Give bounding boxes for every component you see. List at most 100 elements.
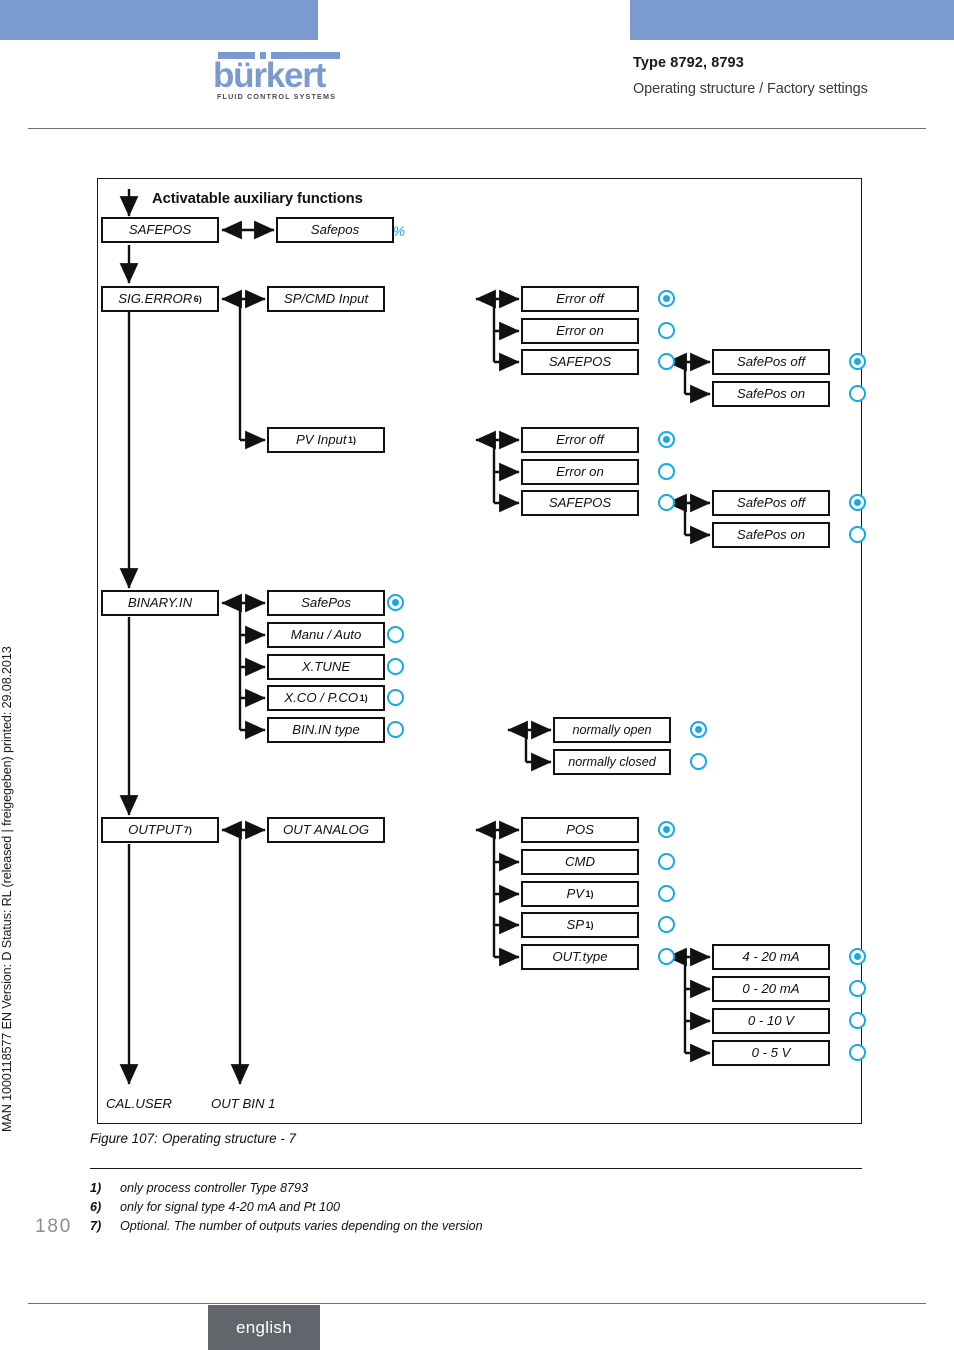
radio-range-0-5v[interactable]	[849, 1044, 866, 1061]
node-range-0-20ma[interactable]: 0 - 20 mA	[712, 976, 830, 1002]
node-out-analog[interactable]: OUT ANALOG	[267, 817, 385, 843]
node-safepos-param[interactable]: Safepos	[276, 217, 394, 243]
node-output[interactable]: OUTPUT 7)	[101, 817, 219, 843]
node-label: 0 - 10 V	[747, 1013, 795, 1029]
node-label: SP/CMD Input	[283, 291, 369, 307]
footnote-marker: 7)	[183, 824, 192, 835]
node-bin-xtune[interactable]: X.TUNE	[267, 654, 385, 680]
node-error-off-pv[interactable]: Error off	[521, 427, 639, 453]
document-sidebar-metadata: MAN 1000118577 EN Version: D Status: RL …	[0, 646, 14, 1135]
node-range-4-20ma[interactable]: 4 - 20 mA	[712, 944, 830, 970]
node-bin-safepos[interactable]: SafePos	[267, 590, 385, 616]
footnote-marker: 1)	[348, 434, 357, 445]
radio-bin-in-type[interactable]	[387, 721, 404, 738]
radio-out-cmd[interactable]	[658, 853, 675, 870]
radio-error-on-spcmd[interactable]	[658, 322, 675, 339]
node-error-on-spcmd[interactable]: Error on	[521, 318, 639, 344]
node-pv-input[interactable]: PV Input 1)	[267, 427, 385, 453]
node-range-0-10v[interactable]: 0 - 10 V	[712, 1008, 830, 1034]
radio-range-0-20ma[interactable]	[849, 980, 866, 997]
radio-error-off-pv[interactable]	[658, 431, 675, 448]
node-bin-xco-pco[interactable]: X.CO / P.CO 1)	[267, 685, 385, 711]
radio-range-0-10v[interactable]	[849, 1012, 866, 1029]
node-label: SafePos on	[736, 386, 806, 402]
radio-safepos-on-pv[interactable]	[849, 526, 866, 543]
node-out-pv[interactable]: PV 1)	[521, 881, 639, 907]
node-label: 0 - 5 V	[751, 1045, 791, 1061]
node-label: PV	[566, 886, 585, 902]
radio-normally-open[interactable]	[690, 721, 707, 738]
page-number: 180	[35, 1216, 73, 1237]
node-out-cmd[interactable]: CMD	[521, 849, 639, 875]
node-out-type[interactable]: OUT.type	[521, 944, 639, 970]
node-safepos-on-spcmd[interactable]: SafePos on	[712, 381, 830, 407]
radio-bin-xtune[interactable]	[387, 658, 404, 675]
node-out-sp[interactable]: SP 1)	[521, 912, 639, 938]
footnote-text: only for signal type 4-20 mA and Pt 100	[120, 1200, 341, 1215]
radio-out-pv[interactable]	[658, 885, 675, 902]
radio-normally-closed[interactable]	[690, 753, 707, 770]
node-label: Safepos	[310, 222, 360, 238]
node-range-0-5v[interactable]: 0 - 5 V	[712, 1040, 830, 1066]
radio-bin-xco-pco[interactable]	[387, 689, 404, 706]
header-accent-bar-left	[0, 0, 318, 40]
node-bin-in-type[interactable]: BIN.IN type	[267, 717, 385, 743]
operating-structure-diagram: Activatable auxiliary functions 0 % SAFE…	[97, 178, 866, 1124]
footnote-marker: 1)	[359, 692, 368, 703]
radio-range-4-20ma[interactable]	[849, 948, 866, 965]
header-type-line: Type 8792, 8793	[633, 55, 744, 71]
radio-safepos-spcmd[interactable]	[658, 353, 675, 370]
node-safepos-spcmd[interactable]: SAFEPOS	[521, 349, 639, 375]
node-label: Manu / Auto	[290, 627, 362, 643]
radio-safepos-off-spcmd[interactable]	[849, 353, 866, 370]
radio-out-type[interactable]	[658, 948, 675, 965]
node-sp-cmd-input[interactable]: SP/CMD Input	[267, 286, 385, 312]
node-safepos-menu[interactable]: SAFEPOS	[101, 217, 219, 243]
radio-safepos-pv[interactable]	[658, 494, 675, 511]
radio-error-on-pv[interactable]	[658, 463, 675, 480]
node-label: OUTPUT	[128, 822, 183, 838]
node-sig-error[interactable]: SIG.ERROR 6)	[101, 286, 219, 312]
radio-bin-manu-auto[interactable]	[387, 626, 404, 643]
radio-safepos-on-spcmd[interactable]	[849, 385, 866, 402]
node-normally-closed[interactable]: normally closed	[553, 749, 671, 775]
diagram-title: Activatable auxiliary functions	[152, 191, 363, 207]
node-out-pos[interactable]: POS	[521, 817, 639, 843]
node-bin-manu-auto[interactable]: Manu / Auto	[267, 622, 385, 648]
node-label: SP	[566, 917, 585, 933]
node-label: SIG.ERROR	[118, 291, 193, 307]
node-safepos-pv[interactable]: SAFEPOS	[521, 490, 639, 516]
footnote-text: Optional. The number of outputs varies d…	[120, 1219, 483, 1234]
radio-safepos-off-pv[interactable]	[849, 494, 866, 511]
node-label: SafePos off	[736, 354, 806, 370]
footnote-marker: 6)	[193, 293, 202, 304]
node-safepos-off-pv[interactable]: SafePos off	[712, 490, 830, 516]
node-error-on-pv[interactable]: Error on	[521, 459, 639, 485]
node-label: PV Input	[295, 432, 347, 448]
node-error-off-spcmd[interactable]: Error off	[521, 286, 639, 312]
footnote-text: only process controller Type 8793	[120, 1181, 309, 1195]
footnote-number: 6)	[90, 1200, 102, 1215]
node-label: OUT.type	[552, 949, 608, 965]
node-label: SAFEPOS	[128, 222, 192, 238]
node-binary-in[interactable]: BINARY.IN	[101, 590, 219, 616]
burkert-logo: bürkert FLUID CONTROL SYSTEMS	[205, 52, 355, 101]
logo-tagline: FLUID CONTROL SYSTEMS	[217, 92, 337, 101]
node-label: BIN.IN type	[292, 722, 360, 738]
node-safepos-off-spcmd[interactable]: SafePos off	[712, 349, 830, 375]
node-label: 4 - 20 mA	[742, 949, 800, 965]
radio-bin-safepos[interactable]	[387, 594, 404, 611]
radio-out-pos[interactable]	[658, 821, 675, 838]
node-label: X.CO / P.CO	[284, 690, 359, 706]
radio-out-sp[interactable]	[658, 916, 675, 933]
language-tab-label: english	[236, 1317, 292, 1337]
footer-divider	[28, 1303, 926, 1304]
radio-error-off-spcmd[interactable]	[658, 290, 675, 307]
node-label: normally closed	[568, 754, 656, 769]
footnote-item: 6) only for signal type 4-20 mA and Pt 1…	[90, 1198, 483, 1217]
footnote-marker: 1)	[585, 919, 594, 930]
figure-caption-text: Operating structure - 7	[162, 1131, 296, 1146]
node-normally-open[interactable]: normally open	[553, 717, 671, 743]
node-safepos-on-pv[interactable]: SafePos on	[712, 522, 830, 548]
header-subtitle: Operating structure / Factory settings	[633, 81, 868, 97]
